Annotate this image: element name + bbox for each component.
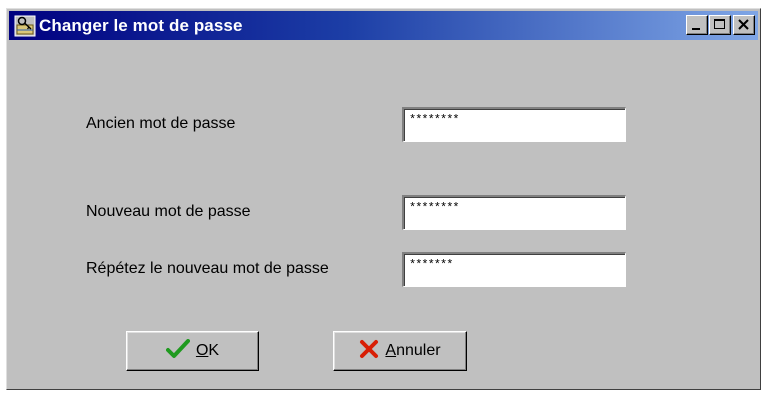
minimize-button[interactable] [686, 15, 708, 35]
ok-button-label: OK [195, 342, 220, 359]
repeat-password-value: ******* [409, 258, 453, 272]
new-password-value: ******** [409, 201, 460, 215]
key-dialog-icon[interactable] [14, 15, 36, 37]
repeat-password-label: Répétez le nouveau mot de passe [86, 260, 329, 277]
new-password-field[interactable]: ******** [402, 195, 626, 230]
old-password-value: ******** [409, 113, 460, 127]
minimize-icon [692, 28, 700, 30]
repeat-password-field[interactable]: ******* [402, 252, 626, 287]
x-cross-icon [359, 339, 379, 364]
ok-button[interactable]: OK [126, 331, 259, 371]
password-dialog: Changer le mot de passe Ancien mot de pa… [6, 8, 761, 390]
checkmark-icon [165, 338, 190, 364]
close-icon [738, 19, 749, 30]
window-controls [685, 15, 755, 35]
old-password-field[interactable]: ******** [402, 107, 626, 142]
close-button[interactable] [733, 15, 755, 35]
maximize-button[interactable] [709, 15, 731, 35]
maximize-icon [714, 19, 725, 29]
cancel-button[interactable]: Annuler [333, 331, 467, 371]
cancel-button-label: Annuler [385, 342, 441, 359]
window-title: Changer le mot de passe [39, 15, 243, 35]
title-bar[interactable]: Changer le mot de passe [9, 11, 758, 40]
new-password-label: Nouveau mot de passe [86, 203, 251, 220]
old-password-label: Ancien mot de passe [86, 115, 236, 132]
